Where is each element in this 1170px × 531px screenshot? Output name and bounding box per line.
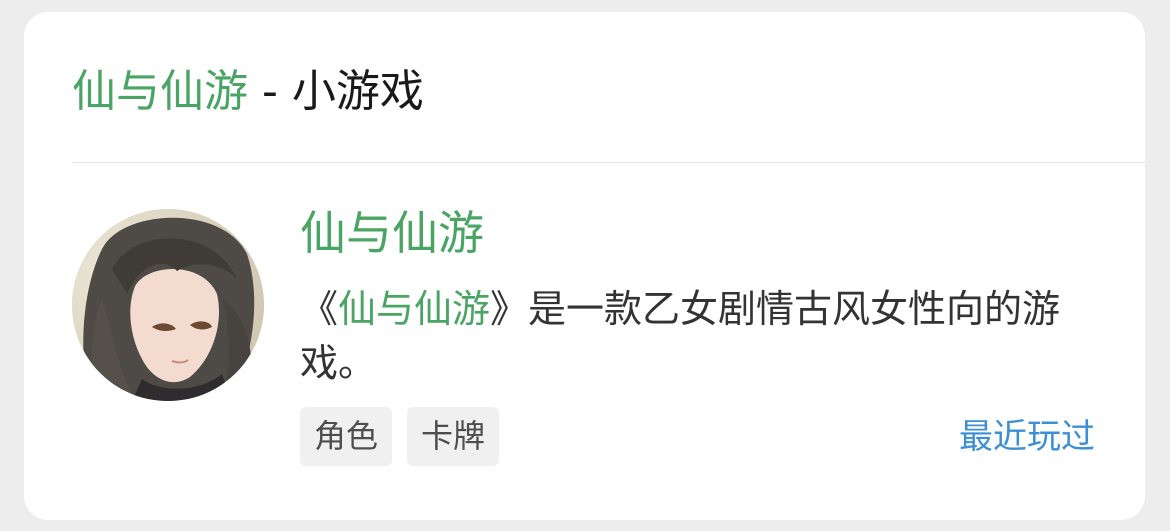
header-divider xyxy=(72,162,1145,163)
card-header: 仙与仙游 - 小游戏 xyxy=(72,60,424,124)
game-avatar[interactable] xyxy=(72,209,264,401)
description-prefix: 《 xyxy=(300,287,339,331)
description-game-name: 仙与仙游 xyxy=(338,287,491,331)
recently-played-label[interactable]: 最近玩过 xyxy=(959,412,1095,462)
tag-list: 角色 卡牌 xyxy=(300,407,500,466)
portrait-icon xyxy=(72,209,264,401)
game-title[interactable]: 仙与仙游 xyxy=(300,202,484,264)
tag-role[interactable]: 角色 xyxy=(300,407,393,466)
game-description: 《仙与仙游》是一款乙女剧情古风女性向的游戏。 xyxy=(300,282,1100,390)
header-game-name[interactable]: 仙与仙游 xyxy=(72,66,248,117)
header-kind-label: 小游戏 xyxy=(291,66,424,117)
game-card[interactable]: 仙与仙游 - 小游戏 仙与仙游 《仙与仙游》是一款乙女剧情古风女性向的游戏。 角… xyxy=(24,12,1145,520)
tag-card[interactable]: 卡牌 xyxy=(407,407,500,466)
header-separator: - xyxy=(248,66,292,117)
